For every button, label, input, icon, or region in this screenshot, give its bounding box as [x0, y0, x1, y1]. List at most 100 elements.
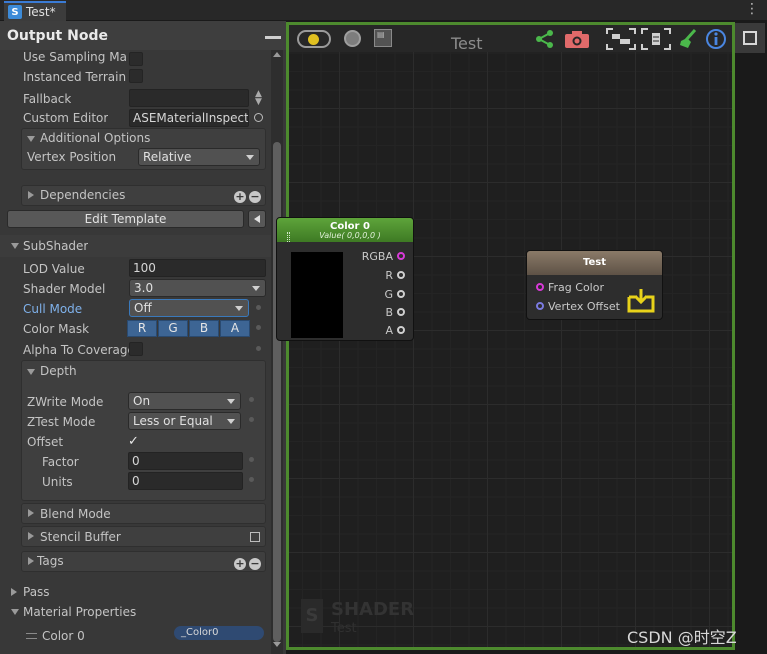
port-label-rgba: RGBA [361, 250, 393, 263]
output-node-title[interactable]: Test [527, 251, 662, 275]
zwrite-dropdown[interactable]: On [128, 392, 241, 410]
port-label-b: B [385, 306, 393, 319]
window-titlebar: S Test* ⋮ [0, 0, 767, 21]
fallback-stepper-icon[interactable]: ▲ ▼ [255, 90, 262, 107]
color-mask-r-toggle[interactable]: R [127, 320, 157, 337]
instanced-terrain-checkbox[interactable] [129, 69, 143, 83]
offset-checkbox-checkmark-icon[interactable]: ✓ [128, 434, 139, 449]
port-label-g: G [384, 288, 393, 301]
shader-model-dropdown[interactable]: 3.0 [129, 279, 266, 297]
depth-section: Depth ZWrite Mode On ZTest Mode Less or … [21, 360, 266, 501]
subshader-header[interactable]: SubShader [0, 235, 271, 257]
shader-logo-icon: S [301, 599, 323, 633]
vertex-position-label: Vertex Position [27, 150, 117, 164]
tab-test[interactable]: S Test* [4, 1, 66, 21]
custom-editor-field[interactable]: ASEMaterialInspecto [129, 109, 249, 127]
stencil-toggle-checkbox[interactable] [250, 532, 260, 542]
color0-property-name[interactable]: _Color0 [174, 626, 264, 640]
minimize-icon[interactable] [265, 36, 281, 39]
ztest-value: Less or Equal [133, 414, 213, 428]
tags-section[interactable]: Tags + − [21, 551, 266, 572]
color-node[interactable]: Color 0 Value( 0,0,0,0 ) RGBA R G B A [276, 217, 414, 341]
port-label-vertex-offset: Vertex Offset [548, 300, 620, 313]
panel-title: Output Node [7, 28, 108, 44]
color-mask-group: R G B A [127, 320, 251, 337]
inline-property-dot[interactable] [256, 325, 261, 330]
maximize-icon [743, 31, 757, 45]
color-mask-g-toggle[interactable]: G [158, 320, 188, 337]
color0-property-label: Color 0 [42, 629, 85, 643]
inline-property-dot[interactable] [249, 417, 254, 422]
shader-model-value: 3.0 [134, 281, 154, 295]
lod-field[interactable]: 100 [129, 259, 266, 277]
color-mask-a-toggle[interactable]: A [220, 320, 250, 337]
port-g[interactable] [397, 290, 405, 298]
inline-property-dot[interactable] [256, 346, 261, 351]
factor-field[interactable]: 0 [128, 452, 243, 470]
add-icon[interactable]: + [234, 191, 246, 203]
additional-options-section: Additional Options Vertex Position Relat… [21, 128, 266, 170]
stencil-buffer-section[interactable]: Stencil Buffer [21, 526, 266, 547]
port-label-r: R [385, 269, 393, 282]
port-r[interactable] [397, 271, 405, 279]
watermark-title: SHADER [331, 599, 415, 620]
inline-property-dot[interactable] [249, 477, 254, 482]
collapse-arrow-button[interactable] [248, 210, 266, 228]
node-grip-icon[interactable] [287, 232, 290, 242]
fold-down-icon [11, 243, 19, 249]
inline-property-dot[interactable] [249, 397, 254, 402]
master-output-icon [627, 289, 655, 313]
port-rgba[interactable] [397, 252, 405, 260]
fold-down-icon [11, 609, 19, 615]
scroll-down-icon[interactable] [273, 642, 281, 647]
blend-mode-section[interactable]: Blend Mode [21, 503, 266, 524]
alpha-to-coverage-checkbox[interactable] [129, 342, 143, 356]
dependencies-section[interactable]: Dependencies + − [21, 185, 266, 206]
ztest-dropdown[interactable]: Less or Equal [128, 412, 241, 430]
tags-title: Tags [37, 554, 64, 568]
kebab-menu-icon[interactable]: ⋮ [745, 2, 759, 16]
fold-down-icon[interactable] [27, 136, 35, 142]
shader-graph-canvas[interactable]: ▤ Test Color 0 Value(0,0,0,0) RGBA R G… [276, 21, 767, 654]
edit-template-button[interactable]: Edit Template [7, 210, 244, 228]
units-label: Units [42, 475, 73, 489]
chevron-down-icon [227, 399, 235, 404]
material-properties-header[interactable]: Material Properties [0, 602, 271, 622]
inline-property-dot[interactable] [249, 457, 254, 462]
use-sampling-checkbox[interactable] [129, 52, 143, 66]
color-node-header[interactable]: Color 0 Value( 0,0,0,0 ) [277, 218, 413, 242]
maximize-button[interactable] [735, 23, 765, 53]
fold-down-icon[interactable] [27, 369, 35, 375]
port-a[interactable] [397, 326, 405, 334]
fallback-field[interactable] [129, 89, 249, 107]
port-frag-color[interactable] [536, 283, 544, 291]
pass-header[interactable]: Pass [0, 582, 271, 602]
custom-editor-label: Custom Editor [23, 111, 109, 125]
add-icon[interactable]: + [234, 558, 246, 570]
fold-right-icon[interactable] [28, 191, 34, 199]
cull-mode-dropdown[interactable]: Off [129, 299, 249, 317]
remove-icon[interactable]: − [249, 558, 261, 570]
shader-model-label: Shader Model [23, 282, 106, 296]
chevron-down-icon [252, 286, 260, 291]
scroll-up-icon[interactable] [273, 52, 281, 57]
port-vertex-offset[interactable] [536, 302, 544, 310]
fold-right-icon [28, 557, 34, 565]
fold-right-icon [28, 509, 34, 517]
remove-icon[interactable]: − [249, 191, 261, 203]
port-b[interactable] [397, 308, 405, 316]
depth-title[interactable]: Depth [40, 364, 77, 378]
port-label-frag-color: Frag Color [548, 281, 604, 294]
drag-handle-icon[interactable] [26, 633, 37, 639]
units-field[interactable]: 0 [128, 472, 243, 490]
object-picker-icon[interactable] [254, 113, 263, 122]
panel-scrollbar[interactable] [271, 50, 283, 654]
fallback-label: Fallback [23, 92, 72, 106]
vertex-position-dropdown[interactable]: Relative [138, 148, 260, 166]
inline-property-dot[interactable] [256, 305, 261, 310]
additional-options-title[interactable]: Additional Options [40, 131, 150, 145]
tab-title: Test* [26, 5, 56, 19]
cull-mode-label: Cull Mode [23, 302, 83, 316]
color-mask-b-toggle[interactable]: B [189, 320, 219, 337]
output-node[interactable]: Test Frag Color Vertex Offset [526, 250, 663, 320]
